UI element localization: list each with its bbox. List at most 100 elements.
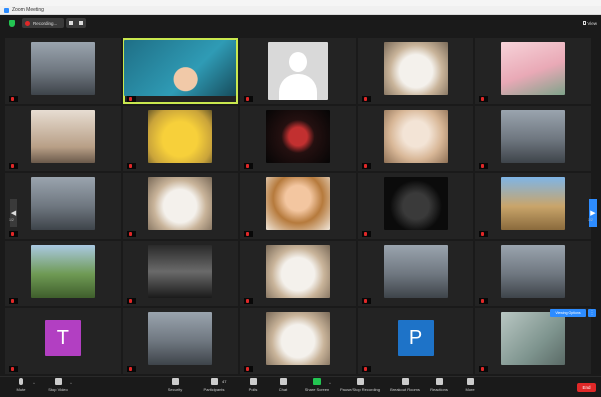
- participant-tile[interactable]: T: [5, 308, 121, 374]
- more-icon: [466, 378, 474, 385]
- participant-namebar: [361, 230, 371, 237]
- viewing-options-more-icon[interactable]: ⋮: [588, 309, 596, 317]
- muted-mic-icon: [246, 96, 250, 101]
- breakout-rooms-button[interactable]: Breakout Rooms: [390, 378, 420, 392]
- participant-video: [501, 177, 566, 231]
- encryption-shield-icon[interactable]: [9, 20, 15, 27]
- participant-tile[interactable]: [122, 240, 239, 307]
- recording-dot-icon: [25, 20, 30, 26]
- participant-video: [501, 312, 566, 366]
- participant-tile[interactable]: [357, 173, 474, 239]
- polls-icon: [249, 378, 257, 385]
- share-screen-icon: [313, 378, 321, 385]
- pause-recording-icon[interactable]: [69, 21, 73, 25]
- grid-view-icon: [583, 21, 587, 25]
- viewing-options-button[interactable]: Viewing Options: [550, 309, 586, 317]
- share-screen-button[interactable]: Share Screen: [302, 378, 332, 392]
- stop-recording-icon[interactable]: [79, 21, 83, 25]
- participant-tile[interactable]: [5, 105, 121, 172]
- muted-mic-icon: [128, 366, 132, 371]
- pause-stop-recording-icon: [356, 378, 364, 385]
- participant-video: [148, 109, 213, 163]
- participant-tile[interactable]: [240, 173, 356, 239]
- meeting-top-bar: [0, 15, 601, 31]
- participant-namebar: [126, 95, 136, 102]
- participant-tile[interactable]: [475, 38, 591, 104]
- participant-video: [383, 109, 448, 163]
- participant-video: [501, 244, 566, 298]
- participant-namebar: [479, 163, 489, 170]
- end-meeting-button[interactable]: End: [577, 383, 596, 392]
- participant-video: [383, 244, 448, 298]
- chat-button[interactable]: Chat: [268, 378, 298, 392]
- video-options-caret-icon[interactable]: ^: [70, 381, 72, 386]
- next-page-arrow-icon[interactable]: ▶: [589, 199, 597, 227]
- participant-tile[interactable]: [475, 308, 591, 374]
- participant-namebar: [9, 365, 18, 372]
- participant-namebar: [244, 95, 254, 102]
- view-label: View: [587, 20, 597, 26]
- muted-mic-icon: [246, 366, 250, 371]
- muted-mic-icon: [246, 164, 250, 169]
- more-button[interactable]: More: [455, 378, 485, 392]
- participant-tile[interactable]: P: [357, 308, 474, 374]
- active-speaker-tile[interactable]: [122, 38, 239, 104]
- participant-tile[interactable]: [475, 173, 591, 239]
- recording-indicator: Recording...: [22, 18, 64, 28]
- participant-tile[interactable]: [240, 105, 356, 172]
- audio-options-caret-icon[interactable]: ^: [33, 381, 35, 386]
- participant-tile[interactable]: [240, 308, 356, 374]
- reactions-button[interactable]: Reactions: [424, 378, 454, 392]
- participant-namebar: [361, 95, 371, 102]
- participant-tile[interactable]: [5, 173, 121, 239]
- mute-label: Mute: [16, 387, 26, 392]
- participant-video: [124, 40, 237, 96]
- muted-mic-icon: [246, 231, 250, 236]
- participant-video: [265, 244, 330, 298]
- participant-namebar: [126, 298, 136, 305]
- participant-video: [265, 312, 330, 366]
- participant-namebar: [244, 230, 254, 237]
- participant-tile[interactable]: [240, 240, 356, 307]
- muted-mic-icon: [481, 299, 485, 304]
- participant-namebar: [126, 230, 136, 237]
- view-button[interactable]: View: [583, 19, 597, 27]
- participant-namebar: [9, 230, 18, 237]
- participant-tile[interactable]: [5, 240, 121, 307]
- window-titlebar: Zoom Meeting: [0, 6, 601, 15]
- participant-tile[interactable]: [240, 38, 356, 104]
- muted-mic-icon: [128, 96, 132, 101]
- chat-label: Chat: [278, 387, 288, 392]
- pause-stop-recording-button[interactable]: Pause/Stop Recording: [340, 378, 380, 392]
- participant-tile[interactable]: [475, 240, 591, 307]
- participant-tile[interactable]: [122, 308, 239, 374]
- muted-mic-icon: [481, 164, 485, 169]
- participant-namebar: [126, 365, 136, 372]
- reactions-label: Reactions: [430, 387, 448, 392]
- mute-button[interactable]: Mute: [6, 378, 36, 392]
- participant-namebar: [361, 298, 371, 305]
- share-options-caret-icon[interactable]: ^: [329, 381, 331, 386]
- muted-mic-icon: [11, 96, 14, 101]
- breakout-rooms-icon: [401, 378, 409, 385]
- previous-page-arrow-icon[interactable]: ◀: [10, 199, 17, 227]
- stop-video-button[interactable]: Stop Video: [43, 378, 73, 392]
- participant-tile[interactable]: [5, 38, 121, 104]
- microphone-icon: [19, 378, 23, 385]
- participants-icon: [210, 378, 218, 385]
- participant-tile[interactable]: [357, 105, 474, 172]
- muted-mic-icon: [11, 299, 14, 304]
- recording-controls[interactable]: [66, 18, 86, 28]
- polls-button[interactable]: Polls: [238, 378, 268, 392]
- participant-tile[interactable]: [122, 173, 239, 239]
- participant-namebar: [244, 298, 254, 305]
- muted-mic-icon: [363, 231, 367, 236]
- muted-mic-icon: [11, 164, 14, 169]
- participant-tile[interactable]: [122, 105, 239, 172]
- participant-video: [30, 177, 95, 231]
- participant-tile[interactable]: [357, 38, 474, 104]
- participant-tile[interactable]: [357, 240, 474, 307]
- muted-mic-icon: [481, 231, 485, 236]
- security-button[interactable]: Security: [160, 378, 190, 392]
- participant-tile[interactable]: [475, 105, 591, 172]
